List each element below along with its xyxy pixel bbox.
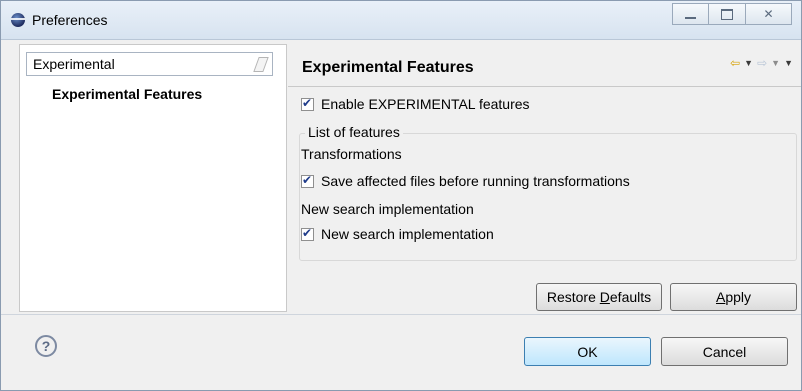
clear-filter-icon[interactable] xyxy=(253,57,269,72)
ok-button[interactable]: OK xyxy=(524,337,651,366)
enable-experimental-checkbox[interactable]: Enable EXPERIMENTAL features xyxy=(301,96,530,112)
page-navigation: ⇦ ▼ ⇨ ▼ ▼ xyxy=(730,56,793,70)
features-group-legend: List of features xyxy=(305,124,403,140)
minimize-button[interactable] xyxy=(672,3,709,25)
title-bar[interactable]: Preferences ✕ xyxy=(1,1,801,40)
enable-experimental-label: Enable EXPERIMENTAL features xyxy=(321,96,530,112)
checkbox-checked-icon[interactable] xyxy=(301,96,314,111)
preference-page: Experimental Features ⇦ ▼ ⇨ ▼ ▼ Enable E… xyxy=(288,44,801,312)
help-icon[interactable]: ? xyxy=(35,335,57,357)
save-files-label: Save affected files before running trans… xyxy=(321,173,630,189)
new-search-label: New search implementation xyxy=(321,226,494,242)
eclipse-icon xyxy=(11,13,25,27)
close-button[interactable]: ✕ xyxy=(746,3,792,25)
tree-item-experimental-features[interactable]: Experimental Features xyxy=(52,86,202,102)
back-arrow-icon[interactable]: ⇦ xyxy=(730,56,740,70)
checkbox-checked-icon[interactable] xyxy=(301,226,314,241)
cancel-button[interactable]: Cancel xyxy=(661,337,788,366)
maximize-button[interactable] xyxy=(709,3,746,25)
apply-button[interactable]: Apply xyxy=(670,283,797,311)
page-title: Experimental Features xyxy=(302,59,474,76)
window-controls: ✕ xyxy=(672,3,792,25)
search-heading: New search implementation xyxy=(301,201,474,217)
back-dropdown-icon[interactable]: ▼ xyxy=(744,58,753,68)
window-title: Preferences xyxy=(32,12,108,28)
filter-field[interactable] xyxy=(26,52,273,76)
filter-input[interactable] xyxy=(27,53,255,75)
maximize-icon xyxy=(721,8,733,20)
preferences-window: Preferences ✕ Experimental Features Expe… xyxy=(0,0,802,391)
checkbox-checked-icon[interactable] xyxy=(301,173,314,188)
save-files-checkbox[interactable]: Save affected files before running trans… xyxy=(301,173,630,189)
view-menu-icon[interactable]: ▼ xyxy=(784,58,793,68)
preference-tree-panel: Experimental Features xyxy=(19,44,287,312)
minimize-icon xyxy=(685,17,696,19)
forward-dropdown-icon[interactable]: ▼ xyxy=(771,58,780,68)
new-search-checkbox[interactable]: New search implementation xyxy=(301,226,494,242)
restore-defaults-button[interactable]: Restore Defaults xyxy=(536,283,662,311)
forward-arrow-icon[interactable]: ⇨ xyxy=(757,56,767,70)
header-separator xyxy=(288,86,801,87)
transformations-heading: Transformations xyxy=(301,146,402,162)
footer-separator xyxy=(1,314,801,315)
close-icon: ✕ xyxy=(763,7,774,21)
